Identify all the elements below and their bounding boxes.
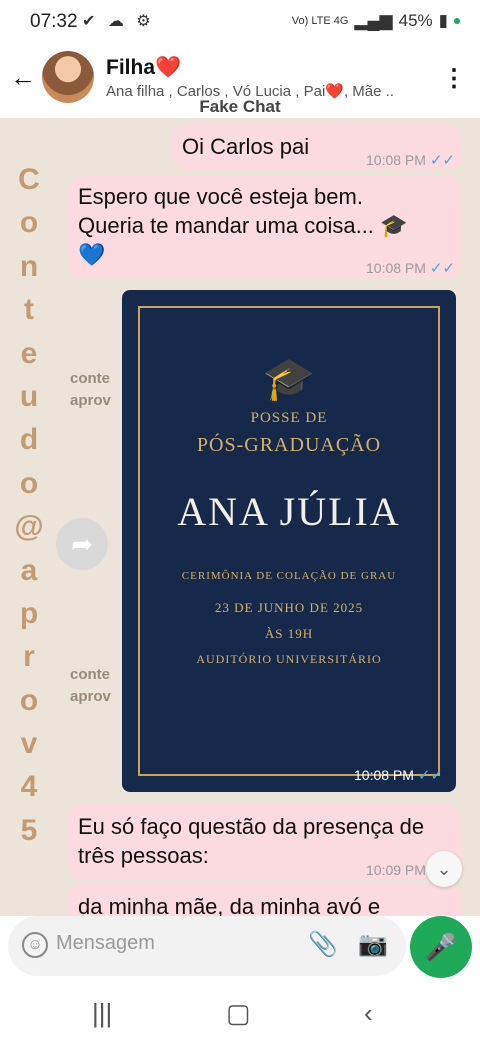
invitation-line2: PÓS-GRADUAÇÃO — [196, 434, 382, 456]
signal-icon: ▂▄▆ — [354, 11, 393, 30]
recent-apps-icon[interactable]: ||| — [92, 998, 112, 1029]
camera-icon[interactable]: 📷 — [358, 930, 388, 959]
forward-icon[interactable]: ➦ — [56, 518, 108, 570]
message-input[interactable]: ☺ Mensagem 📎 📷 — [8, 916, 406, 976]
message-bubble[interactable]: da minha mãe, da minha avó e — [68, 884, 462, 916]
home-icon[interactable]: ▢ — [226, 998, 251, 1029]
attach-icon[interactable]: 📎 — [308, 930, 338, 959]
watermark-letter: r — [23, 640, 35, 674]
read-ticks-icon: ✓✓ — [417, 767, 443, 784]
battery-icon: ▮ — [438, 11, 448, 30]
watermark-letter: t — [24, 293, 34, 327]
message-time: 10:08 PM ✓✓ — [366, 260, 455, 277]
invitation-image[interactable]: 🎓 POSSE DE PÓS-GRADUAÇÃO ANA JÚLIA CERIM… — [122, 290, 456, 792]
scroll-down-icon[interactable]: ⌄ — [426, 851, 462, 887]
message-bubble[interactable]: Eu só faço questão da presença de três p… — [68, 804, 462, 880]
status-bar: 07:32 ✔ ☁ ⚙ Vo) LTE 4G ▂▄▆ 45% ▮ — [0, 0, 480, 44]
group-avatar[interactable] — [42, 51, 94, 103]
watermark-letter: e — [20, 336, 38, 370]
watermark-letter: @ — [14, 510, 44, 544]
message-text: Espero que você esteja bem. Queria te ma… — [78, 184, 408, 267]
message-text: Oi Carlos pai — [182, 134, 310, 159]
read-ticks-icon: ✓✓ — [429, 152, 455, 169]
privacy-dot-icon — [454, 18, 460, 24]
invitation-hour: ÀS 19H — [264, 626, 314, 641]
invitation-ceremony: CERIMÔNIA DE COLAÇÃO DE GRAU — [181, 570, 397, 582]
watermark-text: aprov — [70, 688, 111, 705]
chat-title[interactable]: Filha❤️ — [106, 56, 181, 80]
watermark-letter: v — [20, 727, 38, 761]
read-ticks-icon: ✓✓ — [429, 260, 455, 277]
emoji-icon[interactable]: ☺ — [22, 932, 48, 958]
message-list[interactable]: C o n t e u d o @ a p r o v 4 5 conte ap… — [0, 118, 480, 916]
watermark-text: conte — [70, 370, 111, 387]
watermark-letter: u — [19, 379, 39, 413]
mic-icon[interactable]: 🎤 — [410, 916, 472, 978]
system-nav-bar: ||| ▢ ‹ — [0, 984, 480, 1046]
watermark-letter: o — [19, 206, 39, 240]
status-notification-icons: ✔ ☁ ⚙ — [82, 13, 155, 30]
watermark-text: aprov — [70, 392, 111, 409]
watermark-letter: p — [19, 596, 39, 630]
network-indicator: Vo) LTE 4G — [291, 15, 349, 27]
composer: ☺ Mensagem 📎 📷 🎤 — [0, 916, 480, 984]
image-time: 10:08 PM ✓✓ — [354, 767, 443, 784]
watermark-letter: a — [20, 553, 38, 587]
back-arrow-icon[interactable]: ← — [8, 62, 38, 92]
status-time: 07:32 — [30, 11, 78, 32]
battery-level: 45% — [398, 11, 433, 30]
message-time: 10:08 PM ✓✓ — [366, 152, 455, 169]
invitation-name: ANA JÚLIA — [177, 489, 401, 534]
back-nav-icon[interactable]: ‹ — [364, 998, 373, 1029]
invitation-frame: 🎓 POSSE DE PÓS-GRADUAÇÃO ANA JÚLIA CERIM… — [138, 306, 440, 776]
watermark-letter: o — [19, 466, 39, 500]
fake-chat-banner: Fake Chat — [199, 97, 281, 116]
status-right: Vo) LTE 4G ▂▄▆ 45% ▮ — [292, 11, 460, 31]
message-bubble[interactable]: Oi Carlos pai 10:08 PM ✓✓ — [172, 124, 462, 170]
graduation-cap-icon: 🎓 — [262, 355, 316, 402]
invitation-line1: POSSE DE — [250, 410, 328, 426]
watermark-letter: 4 — [20, 770, 38, 804]
message-bubble[interactable]: Espero que você esteja bem. Queria te ma… — [68, 176, 462, 278]
watermark-letter: d — [19, 423, 39, 457]
watermark-small-top: conte aprov — [70, 368, 111, 412]
watermark-text: conte — [70, 666, 111, 683]
more-options-icon[interactable]: ⋮ — [442, 64, 466, 94]
watermark-letter: n — [19, 249, 39, 283]
watermark-letter: C — [18, 163, 40, 196]
message-placeholder[interactable]: Mensagem — [56, 932, 155, 955]
watermark-letter: 5 — [20, 813, 38, 847]
watermark-vertical: C o n t e u d o @ a p r o v 4 5 — [14, 158, 44, 852]
message-text: da minha mãe, da minha avó e — [78, 894, 381, 916]
watermark-letter: o — [19, 683, 39, 717]
invitation-place: AUDITÓRIO UNIVERSITÁRIO — [196, 652, 382, 666]
message-time: 10:09 PM — [366, 862, 426, 878]
invitation-date: 23 DE JUNHO DE 2025 — [214, 600, 364, 615]
watermark-small-bottom: conte aprov — [70, 664, 111, 708]
